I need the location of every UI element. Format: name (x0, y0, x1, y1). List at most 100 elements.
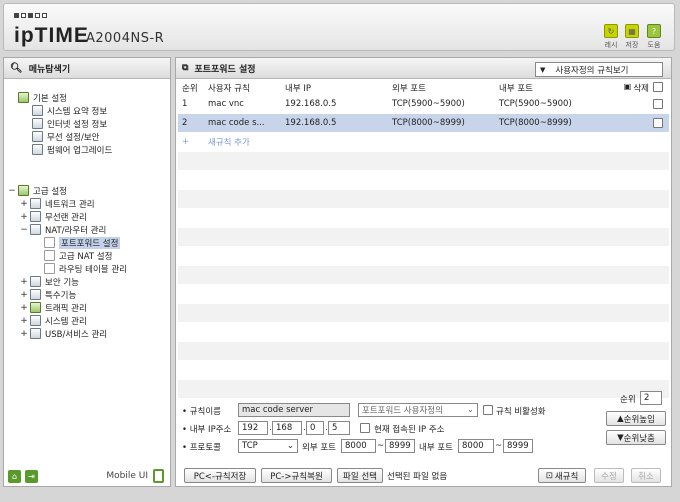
logo: ipTIME (14, 24, 89, 47)
help-label: 도움 (647, 41, 661, 49)
cell-rank: 2 (182, 118, 188, 128)
tree-item-security[interactable]: + 보안 기능 (20, 275, 79, 288)
tree-item-routing-table[interactable]: 라우팅 테이블 관리 (44, 262, 127, 275)
save-icon: ▦ (625, 24, 639, 38)
tree-item-firmware[interactable]: 펌웨어 업그레이드 (32, 143, 112, 156)
tree-item-nat-router[interactable]: − NAT/라우터 관리 (20, 223, 106, 236)
tree-item-wireless[interactable]: 무선 설정/보안 (32, 130, 100, 143)
restore-from-pc-button[interactable]: PC->규칙복원 (261, 468, 332, 483)
cell-rank: 1 (182, 99, 188, 109)
protocol-label: • 프로토콜 (182, 443, 221, 453)
refresh-icon: ↻ (604, 24, 618, 38)
ext-port-label: 외부 포트 (302, 443, 336, 453)
tree-item-system-summary[interactable]: 시스템 요약 정보 (32, 104, 107, 117)
rank-down-button[interactable]: ▼ 순위낮춤 (606, 430, 666, 445)
ip-octet-1[interactable]: 192 (238, 421, 268, 435)
tree-label: 무선랜 관리 (45, 212, 87, 223)
tree-item-advanced-nat[interactable]: 고급 NAT 설정 (44, 249, 112, 262)
range-separator: ~ (377, 441, 385, 451)
btn-label: 순위높임 (623, 414, 655, 425)
help-icon: ? (647, 24, 661, 38)
system-icon (32, 105, 43, 116)
tree-item-traffic[interactable]: + 트래픽 관리 (20, 301, 87, 314)
int-port-label: 내부 포트 (419, 443, 453, 453)
save-label: 저장 (625, 41, 639, 49)
cancel-button[interactable]: 취소 (631, 468, 661, 483)
refresh-button[interactable]: ↻ 레시 (601, 24, 621, 50)
ip-label: • 내부 IP주소 (182, 425, 232, 435)
expand-icon: + (20, 211, 28, 222)
choose-file-button[interactable]: 파일 선택 (337, 468, 383, 483)
traffic-icon (30, 302, 41, 313)
disable-rule-checkbox[interactable] (483, 405, 493, 415)
tree-item-usb[interactable]: + USB/서비스 관리 (20, 327, 107, 340)
tree-label: 시스템 관리 (45, 316, 87, 327)
sidebar: 🔍︎ 메뉴탐색기 기본 설정 시스템 요약 정보 인터넷 설정 정보 무선 설정… (3, 57, 171, 487)
row-checkbox[interactable] (653, 99, 663, 109)
ext-port-to[interactable]: 8999 (385, 439, 415, 453)
page-icon (44, 250, 55, 261)
rule-name-label: • 규칙이름 (182, 407, 221, 417)
save-button[interactable]: ▦ 저장 (622, 24, 642, 50)
rank-up-button[interactable]: ▲ 순위높임 (606, 411, 666, 426)
header-bar: ipTIME A2004NS-R ↻ 레시 ▦ 저장 ? 도움 (3, 3, 675, 51)
tree-item-network[interactable]: + 네트워크 관리 (20, 197, 95, 210)
label-text: 규칙이름 (189, 407, 221, 417)
tree-advanced-settings[interactable]: − 고급 설정 (8, 184, 67, 197)
btn-label: 순위낮춤 (623, 433, 655, 444)
empty-row (178, 361, 669, 380)
empty-row (178, 152, 669, 171)
rank-input[interactable]: 2 (640, 391, 662, 405)
empty-row (178, 266, 669, 285)
int-port-to[interactable]: 8999 (503, 439, 533, 453)
protocol-select[interactable]: TCP ⌄ (238, 439, 298, 453)
save-to-pc-button[interactable]: PC<-규칙저장 (184, 468, 256, 483)
network-icon (30, 198, 41, 209)
empty-row (178, 190, 669, 209)
mobile-ui-link[interactable]: Mobile UI (106, 471, 148, 481)
tree-item-internet-info[interactable]: 인터넷 설정 정보 (32, 117, 107, 130)
col-ip: 내부 IP (285, 83, 311, 94)
tree-item-port-forward[interactable]: 포트포워드 설정 (44, 236, 121, 249)
col-int-port: 내부 포트 (499, 83, 533, 94)
col-delete-label: 삭제 (633, 83, 649, 94)
home-icon[interactable]: ⌂ (8, 469, 21, 483)
ext-port-from[interactable]: 8000 (341, 439, 376, 453)
help-button[interactable]: ? 도움 (644, 24, 664, 50)
table-row-selected[interactable]: 2 mac code s... 192.168.0.5 TCP(8000~899… (178, 114, 669, 133)
current-ip-checkbox[interactable] (360, 423, 370, 433)
rule-form: • 규칙이름 mac code server 포트포워드 사용자정의 ⌄ 규칙 비… (178, 391, 669, 486)
new-icon: ⊡ (545, 470, 553, 481)
logout-icon[interactable]: ⇥ (25, 469, 38, 483)
ip-octet-3[interactable]: 0 (306, 421, 324, 435)
tree-basic-settings[interactable]: 기본 설정 (18, 91, 67, 104)
tree-label: 보안 기능 (45, 277, 79, 288)
add-rule-row[interactable]: + 새규칙 추가 (178, 133, 669, 152)
magnifier-icon: 🔍︎ (10, 62, 23, 74)
collapse-icon: − (20, 224, 28, 235)
select-all-checkbox[interactable] (653, 81, 663, 92)
tree-item-special[interactable]: + 특수기능 (20, 288, 76, 301)
ip-octet-2[interactable]: 168 (272, 421, 302, 435)
logo-dots (14, 13, 47, 18)
rule-name-input[interactable]: mac code server (238, 403, 350, 417)
int-port-from[interactable]: 8000 (458, 439, 494, 453)
expand-icon: + (20, 302, 28, 313)
current-ip-label: 현재 접속된 IP 주소 (374, 425, 445, 435)
mobile-icon[interactable] (153, 469, 164, 483)
rule-type-select[interactable]: 포트포워드 사용자정의 ⌄ (358, 403, 478, 417)
ip-octet-4[interactable]: 5 (328, 421, 350, 435)
tree-label: 펌웨어 업그레이드 (47, 145, 113, 156)
router-icon (30, 224, 41, 235)
row-checkbox[interactable] (653, 118, 663, 128)
cell-int-port: TCP(8000~8999) (499, 118, 572, 128)
new-rule-button[interactable]: ⊡ 새규칙 (538, 468, 586, 483)
view-rules-select[interactable]: ▼ 사용자정의 규칙보기 (535, 62, 663, 77)
edit-button[interactable]: 수정 (594, 468, 624, 483)
cell-ip: 192.168.0.5 (285, 99, 337, 109)
plus-icon: + (182, 137, 190, 147)
cell-rule: mac vnc (208, 99, 244, 109)
table-row[interactable]: 1 mac vnc 192.168.0.5 TCP(5900~5900) TCP… (178, 95, 669, 114)
tree-item-system[interactable]: + 시스템 관리 (20, 314, 87, 327)
tree-item-wlan[interactable]: + 무선랜 관리 (20, 210, 87, 223)
